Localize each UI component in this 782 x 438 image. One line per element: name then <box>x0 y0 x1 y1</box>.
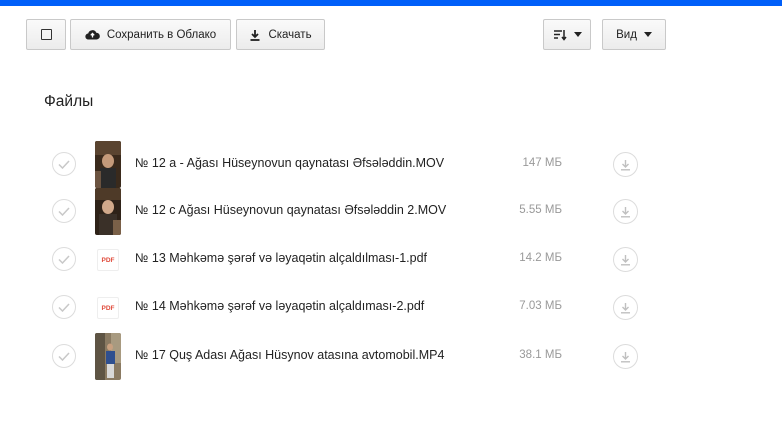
download-icon <box>621 351 630 362</box>
chevron-down-icon <box>643 32 652 37</box>
file-name[interactable]: № 17 Quş Adası Ağası Hüsynov atasına avt… <box>135 348 477 362</box>
file-name[interactable]: № 12 a - Ağası Hüseynovun qaynatası Əfsə… <box>135 156 477 170</box>
file-size: 5.55 МБ <box>519 204 562 216</box>
check-icon <box>58 351 70 361</box>
download-icon <box>621 206 630 217</box>
row-download-button[interactable] <box>613 344 638 369</box>
pdf-icon: PDF <box>97 297 119 319</box>
select-all-button[interactable] <box>26 19 66 50</box>
check-icon <box>58 254 70 264</box>
row-checkbox[interactable] <box>52 344 76 368</box>
download-icon <box>249 29 261 41</box>
save-to-cloud-label: Сохранить в Облако <box>106 28 217 41</box>
pdf-icon: PDF <box>97 249 119 271</box>
check-icon <box>58 302 70 312</box>
video-thumbnail <box>95 333 121 380</box>
save-to-cloud-button[interactable]: Сохранить в Облако <box>70 19 231 50</box>
video-thumbnail <box>95 141 121 188</box>
download-icon <box>621 254 630 265</box>
row-checkbox[interactable] <box>52 152 76 176</box>
cloud-icon <box>85 29 100 40</box>
row-checkbox[interactable] <box>52 199 76 223</box>
video-thumbnail <box>95 188 121 235</box>
view-label: Вид <box>616 28 637 41</box>
file-name[interactable]: № 12 c Ağası Hüseynovun qaynatası Əfsələ… <box>135 203 477 217</box>
file-row[interactable]: PDF № 14 Məhkəmə şərəf və ləyaqətin alça… <box>44 284 644 331</box>
file-row[interactable]: № 12 c Ağası Hüseynovun qaynatası Əfsələ… <box>44 188 644 235</box>
file-size: 147 МБ <box>522 157 562 169</box>
view-button[interactable]: Вид <box>602 19 666 50</box>
file-row[interactable]: PDF № 13 Məhkəmə şərəf və ləyaqətin alça… <box>44 236 644 283</box>
sort-icon <box>553 29 567 41</box>
file-size: 14.2 МБ <box>519 252 562 264</box>
download-label: Скачать <box>268 28 312 41</box>
download-icon <box>621 159 630 170</box>
check-icon <box>58 159 70 169</box>
row-download-button[interactable] <box>613 295 638 320</box>
file-row[interactable]: № 17 Quş Adası Ağası Hüsynov atasına avt… <box>44 333 644 380</box>
check-icon <box>58 206 70 216</box>
file-size: 38.1 МБ <box>519 349 562 361</box>
file-name[interactable]: № 14 Məhkəmə şərəf və ləyaqətin alçaldım… <box>135 299 477 313</box>
checkbox-icon <box>40 29 52 40</box>
file-size: 7.03 МБ <box>519 300 562 312</box>
row-download-button[interactable] <box>613 152 638 177</box>
section-title: Файлы <box>44 93 94 110</box>
file-row[interactable]: № 12 a - Ağası Hüseynovun qaynatası Əfsə… <box>44 141 644 188</box>
row-download-button[interactable] <box>613 199 638 224</box>
file-name[interactable]: № 13 Məhkəmə şərəf və ləyaqətin alçaldıl… <box>135 251 477 265</box>
sort-button[interactable] <box>543 19 591 50</box>
row-checkbox[interactable] <box>52 247 76 271</box>
download-icon <box>621 302 630 313</box>
row-checkbox[interactable] <box>52 295 76 319</box>
row-download-button[interactable] <box>613 247 638 272</box>
download-button[interactable]: Скачать <box>236 19 325 50</box>
top-accent-bar <box>0 0 782 6</box>
chevron-down-icon <box>573 32 582 37</box>
